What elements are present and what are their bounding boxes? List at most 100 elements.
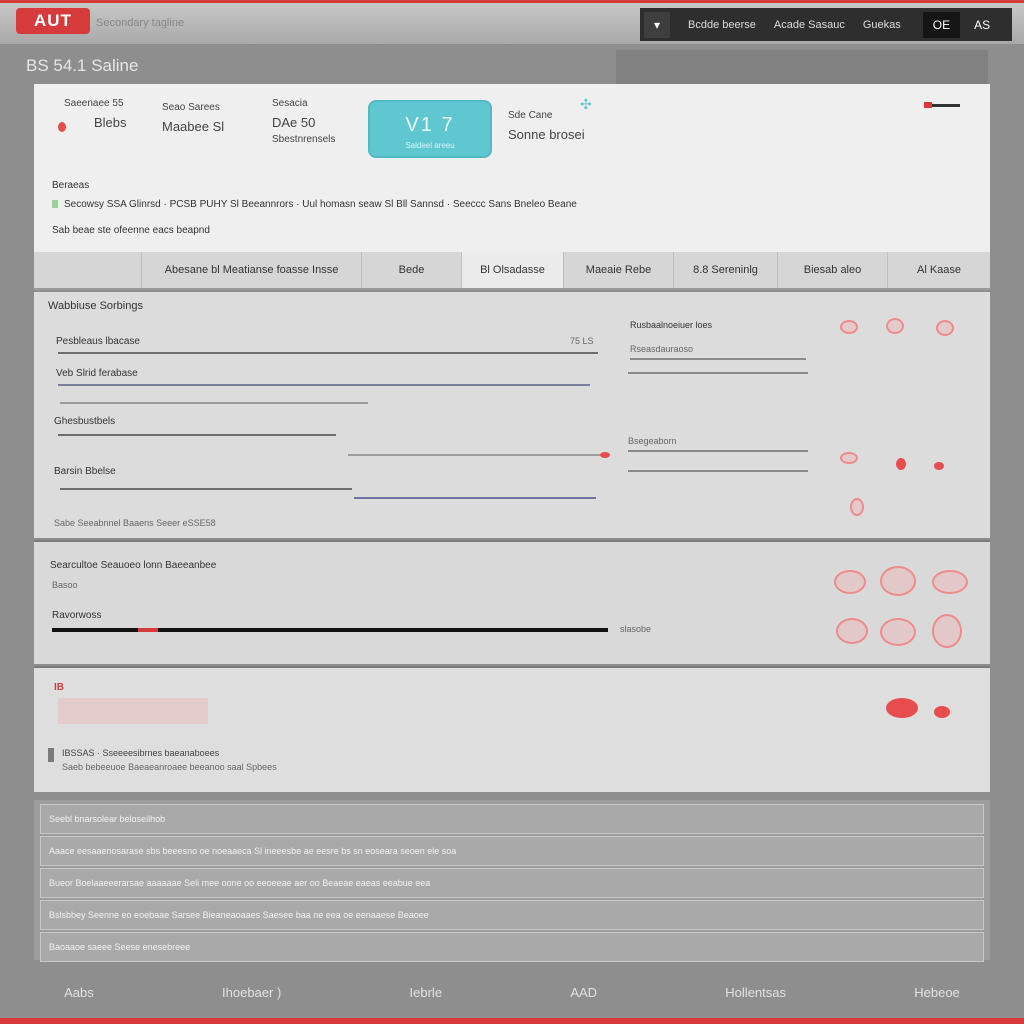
chart-title: Wabbiuse Sorbings <box>48 300 143 312</box>
alert-icon <box>934 462 944 470</box>
detail-panel: IB IBSSAS · Sseeeesibrnes baeanaboees Sa… <box>34 666 990 792</box>
right-row: Rseasdauraoso <box>630 344 694 354</box>
progress-bar <box>58 434 336 436</box>
panel-label: IB <box>54 682 64 693</box>
status-icon <box>52 200 58 208</box>
share-icon[interactable]: ✣ <box>580 96 592 113</box>
progress-bar <box>60 488 352 490</box>
progress-bar <box>348 454 604 456</box>
list-item[interactable]: Bslsbbey Seenne eo eoebaae Sarsee Bieane… <box>40 900 984 930</box>
list-item[interactable]: Bueor Boelaaeeerarsae aaaaaae Seli mee o… <box>40 868 984 898</box>
header-shadow <box>616 50 988 84</box>
nav-last-item[interactable]: AS <box>974 18 990 32</box>
nav-link-3[interactable]: Guekas <box>863 19 901 31</box>
tab-4[interactable]: Maeaie Rebe <box>564 252 674 288</box>
chart-row-label: Veb Slrid ferabase <box>56 368 138 379</box>
panel-title: Searcultoe Seauoeo lonn Baeeanbee <box>50 560 217 571</box>
progress-bar <box>628 372 808 374</box>
menu-icon[interactable]: ▾ <box>644 11 670 38</box>
list-item[interactable]: Seebl bnarsolear beloseilhob <box>40 804 984 834</box>
nav-button[interactable]: OE <box>922 11 961 38</box>
top-navigation: ▾ Bcdde beerse Acade Sasauc Guekas OE AS <box>640 8 1012 41</box>
tab-2[interactable]: Bede <box>362 252 462 288</box>
progress-bar <box>58 384 590 386</box>
message-list: Seebl bnarsolear beloseilhob Aaace eesaa… <box>34 800 990 962</box>
alert-icon <box>58 122 66 132</box>
app-logo[interactable]: AUT <box>16 8 90 34</box>
tab-bar: Abesane bl Meatianse foasse Insse Bede B… <box>34 252 990 290</box>
tab-6[interactable]: Biesab aleo <box>778 252 888 288</box>
panel-label: Ravorwoss <box>52 610 102 621</box>
status-icon <box>840 452 858 464</box>
tab-7[interactable]: Al Kaase <box>888 252 990 288</box>
badge-icon <box>834 570 866 594</box>
chart-row-label: Pesbleaus lbacase <box>56 336 140 347</box>
chart-note: Sabe Seeabnnel Baaens Seeer eSSE58 <box>54 518 216 528</box>
marker-icon <box>48 748 54 762</box>
right-row: Bsegeaborn <box>628 436 677 446</box>
tab-1[interactable]: Abesane bl Meatianse foasse Insse <box>142 252 362 288</box>
section-label: Beraeas <box>52 180 90 191</box>
stat-value: Blebs <box>94 115 127 130</box>
marker-icon <box>600 452 610 458</box>
status-icon <box>936 320 954 336</box>
highlight-card[interactable]: V1 7 Saldeel areeu <box>368 100 492 158</box>
detail-line-2: Saeb bebeeuoe Baeaeanroaee beeanoo saal … <box>62 762 277 772</box>
logo-tagline: Secondary tagline <box>96 17 185 29</box>
stat-label: Sbestnrensels <box>272 134 336 145</box>
badge-icon <box>932 570 968 594</box>
record-icon <box>886 698 918 718</box>
status-icon <box>850 498 864 516</box>
detail-line-1: IBSSAS · Sseeeesibrnes baeanaboees <box>62 748 220 758</box>
progress-bar <box>58 352 598 354</box>
progress-bar <box>354 497 596 499</box>
progress-bar <box>52 628 608 632</box>
footer-accent <box>0 1018 1024 1024</box>
progress-bar <box>628 470 808 472</box>
footer-link[interactable]: Ihoebaer ) <box>222 985 281 1000</box>
progress-value: slasobe <box>620 624 652 634</box>
list-item[interactable]: Baoaaoe saeee Seese enesebreee <box>40 932 984 962</box>
progress-bar <box>630 358 806 360</box>
chart-thumbnail <box>58 698 208 724</box>
tab-5[interactable]: 8.8 Sereninlg <box>674 252 778 288</box>
flag-icon <box>924 102 932 108</box>
progress-bar <box>628 450 808 452</box>
badge-icon <box>932 614 962 648</box>
footer-link[interactable]: Iebrle <box>410 985 443 1000</box>
chart-row-value: 75 LS <box>570 336 594 346</box>
chart-panel: Wabbiuse Sorbings Pesbleaus lbacase 75 L… <box>34 292 990 538</box>
stat-label: Sde Cane <box>508 110 553 121</box>
stat-value: Maabee Sl <box>162 119 225 134</box>
stat-5: Sde Cane Sonne brosei <box>508 110 585 142</box>
page-title: BS 54.1 Saline <box>26 56 139 75</box>
stat-3: Sesacia DAe 50 <box>272 98 315 130</box>
summary-line-1: Secowsy SSA Glinrsd · PCSB PUHY Sl Beean… <box>64 199 577 210</box>
secondary-panel: Searcultoe Seauoeo lonn Baeeanbee Basoo … <box>34 540 990 664</box>
record-icon <box>934 706 950 718</box>
badge-icon <box>836 618 868 644</box>
progress-bar <box>60 402 368 404</box>
stat-label: Sesacia <box>272 98 308 109</box>
footer-link[interactable]: Hebeoe <box>914 985 960 1000</box>
tab-3[interactable]: Bl Olsadasse <box>462 252 564 288</box>
stat-value: DAe 50 <box>272 115 316 130</box>
footer-link[interactable]: Hollentsas <box>725 985 786 1000</box>
alert-icon <box>896 458 906 470</box>
summary-line-2: Sab beae ste ofeenne eacs beapnd <box>52 225 210 236</box>
footer-link[interactable]: Aabs <box>64 985 94 1000</box>
tab-0[interactable] <box>34 252 142 288</box>
footer-link[interactable]: AAD <box>570 985 597 1000</box>
nav-link-1[interactable]: Bcdde beerse <box>688 19 756 31</box>
stat-1: Saeenaee 55 Blebs <box>64 98 127 130</box>
chart-row-label: Ghesbustbels <box>54 416 116 427</box>
list-item[interactable]: Aaace eesaaenosarase sbs beeesno oe noea… <box>40 836 984 866</box>
stat-label: Seao Sarees <box>162 102 220 113</box>
stat-2: Seao Sarees Maabee Sl <box>162 102 224 134</box>
badge-icon <box>880 618 916 646</box>
nav-link-2[interactable]: Acade Sasauc <box>774 19 845 31</box>
status-icon <box>886 318 904 334</box>
footer-nav: Aabs Ihoebaer ) Iebrle AAD Hollentsas He… <box>0 966 1024 1018</box>
panel-sub: Basoo <box>52 580 78 590</box>
chart-row-label: Barsin Bbelse <box>54 466 116 477</box>
